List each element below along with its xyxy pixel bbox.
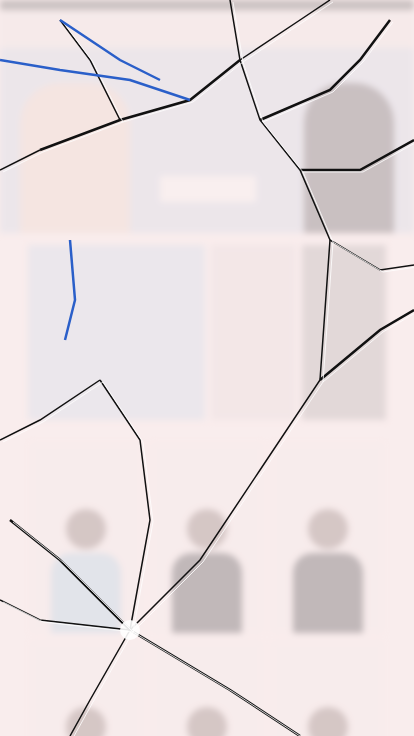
phone-screen xyxy=(0,0,414,736)
pink-wash xyxy=(0,0,414,736)
cracked-glass-icon xyxy=(0,0,414,736)
